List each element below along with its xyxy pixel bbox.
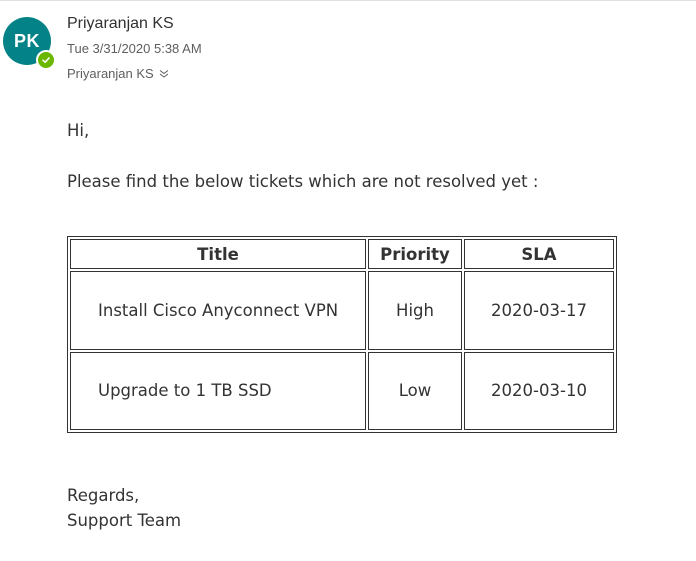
signature-text: Support Team bbox=[67, 511, 182, 530]
column-header-priority: Priority bbox=[368, 239, 462, 269]
column-header-title: Title bbox=[70, 239, 366, 269]
recipient-name[interactable]: Priyaranjan KS bbox=[67, 66, 154, 81]
tickets-table: Title Priority SLA Install Cisco Anyconn… bbox=[67, 236, 617, 433]
greeting-text: Hi, bbox=[67, 121, 90, 140]
column-header-sla: SLA bbox=[464, 239, 614, 269]
intro-text: Please find the below tickets which are … bbox=[67, 172, 539, 191]
sender-name[interactable]: Priyaranjan KS bbox=[67, 15, 174, 33]
avatar-initials: PK bbox=[13, 30, 40, 51]
table-row: Install Cisco Anyconnect VPN High 2020-0… bbox=[70, 271, 614, 350]
table-header-row: Title Priority SLA bbox=[70, 239, 614, 269]
ticket-sla-cell: 2020-03-17 bbox=[464, 271, 614, 350]
checkmark-icon bbox=[42, 57, 50, 63]
message-timestamp: Tue 3/31/2020 5:38 AM bbox=[67, 41, 202, 56]
ticket-title-cell: Install Cisco Anyconnect VPN bbox=[70, 271, 366, 350]
ticket-title-cell: Upgrade to 1 TB SSD bbox=[70, 351, 366, 430]
ticket-priority-cell: Low bbox=[368, 351, 462, 430]
header-divider bbox=[0, 0, 696, 1]
presence-available-icon bbox=[36, 50, 56, 70]
signoff-text: Regards, bbox=[67, 486, 140, 505]
recipient-row[interactable]: Priyaranjan KS bbox=[67, 66, 170, 81]
ticket-priority-cell: High bbox=[368, 271, 462, 350]
ticket-sla-cell: 2020-03-10 bbox=[464, 351, 614, 430]
expand-recipients-icon[interactable] bbox=[158, 69, 170, 79]
table-row: Upgrade to 1 TB SSD Low 2020-03-10 bbox=[70, 351, 614, 430]
